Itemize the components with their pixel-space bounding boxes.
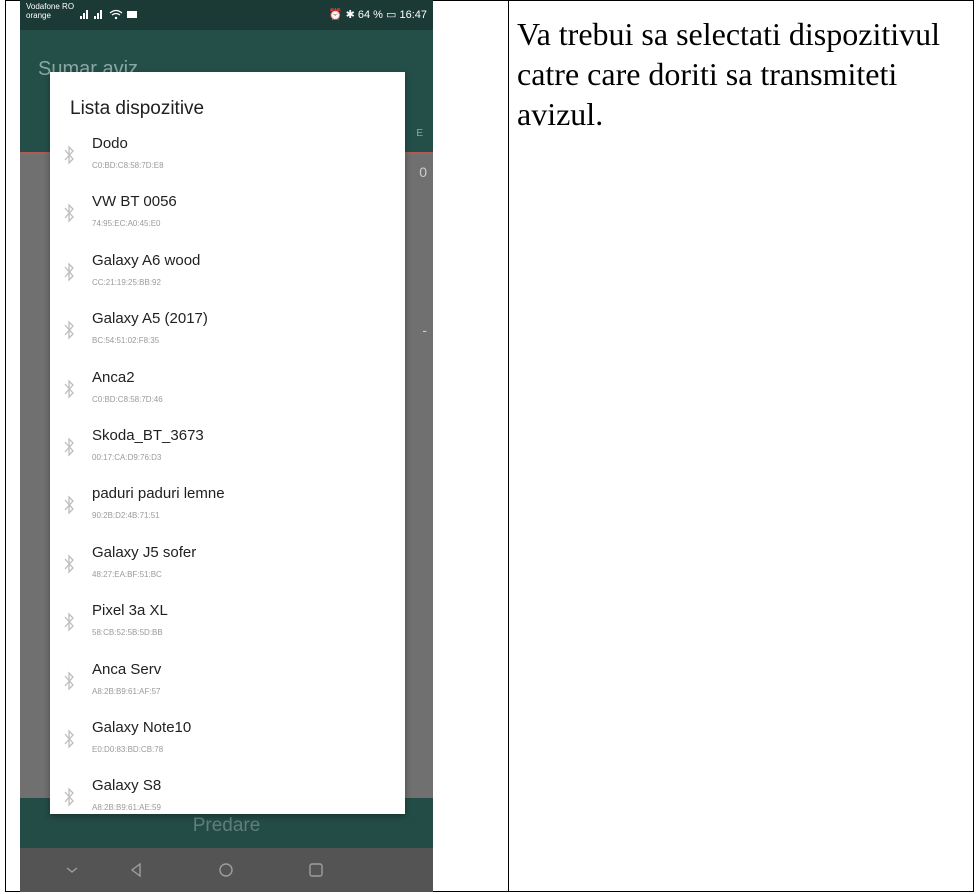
bluetooth-icon	[64, 612, 74, 632]
device-item[interactable]: paduri paduri lemne 90:2B:D2:4B:71:51	[50, 485, 405, 540]
device-name: Dodo	[92, 135, 128, 152]
device-mac: C0:BD:C8:58:7D:46	[92, 394, 163, 404]
phone-screenshot: Vodafone RO orange ⏰ ✱ 64 % ▭ 16:47 Suma…	[20, 0, 433, 892]
battery-icon: ▭	[386, 9, 397, 21]
device-item[interactable]: Galaxy A6 wood CC:21:19:25:BB:92	[50, 252, 405, 307]
dialog-title: Lista dispozitive	[70, 98, 205, 119]
bluetooth-icon	[64, 671, 74, 691]
bluetooth-icon	[64, 379, 74, 399]
device-name: Anca Serv	[92, 660, 162, 678]
device-item[interactable]: Skoda_BT_3673 00:17:CA:D9:76:D3	[50, 427, 405, 482]
device-mac: 74:95:EC:A0:45:E0	[92, 219, 161, 229]
bluetooth-icon	[64, 145, 74, 165]
device-mac: 90:2B:D2:4B:71:51	[92, 511, 160, 521]
home-icon[interactable]	[218, 862, 234, 878]
bluetooth-icon	[64, 203, 74, 223]
device-name: Galaxy Note10	[92, 719, 192, 736]
status-right: ⏰ ✱ 64 % ▭ 16:47	[329, 8, 427, 21]
instruction-text: Va trebui sa selectati dispozitivul catr…	[517, 16, 940, 132]
device-item[interactable]: Galaxy S8 A8:2B:B9:61:AE:59	[50, 777, 405, 832]
battery-percent: 64 %	[357, 9, 383, 21]
carrier-line-2: orange	[26, 11, 51, 20]
device-name: paduri paduri lemne	[92, 485, 225, 503]
app-bar-hint: E	[416, 128, 423, 139]
bluetooth-icon	[64, 787, 74, 807]
device-mac: A8:2B:B9:61:AF:57	[92, 686, 161, 696]
device-name: VW BT 0056	[92, 193, 177, 211]
chevron-down-icon[interactable]	[64, 862, 80, 878]
table-column-divider	[508, 0, 509, 892]
status-bar: Vodafone RO orange ⏰ ✱ 64 % ▭ 16:47	[20, 0, 433, 30]
bluetooth-status-icon: ✱	[345, 9, 355, 21]
signal-wifi-icons	[80, 8, 140, 23]
recents-icon[interactable]	[308, 862, 324, 878]
device-mac: E0:D0:83:BD:CB:78	[92, 745, 164, 754]
device-name: Galaxy S8	[92, 777, 162, 795]
device-mac: 00:17:CA:D9:76:D3	[92, 453, 162, 462]
device-mac: A8:2B:B9:61:AE:59	[92, 803, 161, 813]
dimmed-dash: -	[422, 322, 427, 338]
device-item[interactable]: Galaxy J5 sofer 48:27:EA:BF:51:BC	[50, 544, 405, 599]
device-item[interactable]: Pixel 3a XL 58:CB:52:5B:5D:BB	[50, 602, 405, 657]
device-item[interactable]: Anca Serv A8:2B:B9:61:AF:57	[50, 661, 405, 716]
device-name: Skoda_BT_3673	[92, 427, 204, 444]
carrier-name: Vodafone RO orange	[26, 2, 74, 20]
device-mac: C0:BD:C8:58:7D:E8	[92, 161, 164, 170]
bluetooth-icon	[64, 554, 74, 574]
bluetooth-icon	[64, 320, 74, 340]
device-list-dialog: Lista dispozitive Dodo C0:BD:C8:58:7D:E8 V…	[50, 72, 405, 814]
back-icon[interactable]	[128, 862, 144, 878]
device-name: Galaxy J5 sofer	[92, 543, 197, 561]
device-item[interactable]: Galaxy A5 (2017) BC:54:51:02:F8:35	[50, 310, 405, 365]
bluetooth-icon	[64, 262, 74, 282]
device-item[interactable]: VW BT 0056 74:95:EC:A0:45:E0	[50, 193, 405, 248]
device-mac: BC:54:51:02:F8:35	[92, 336, 160, 346]
device-mac: 48:27:EA:BF:51:BC	[92, 569, 162, 579]
device-item[interactable]: Dodo C0:BD:C8:58:7D:E8	[50, 135, 405, 190]
clock: 16:47	[399, 9, 427, 21]
carrier-line-1: Vodafone RO	[26, 2, 75, 11]
dimmed-value: 0	[419, 164, 427, 180]
device-name: Pixel 3a XL	[92, 602, 168, 620]
device-name: Anca2	[92, 368, 135, 386]
system-nav-bar	[20, 848, 433, 892]
alarm-icon: ⏰	[328, 9, 343, 21]
bluetooth-icon	[64, 437, 74, 457]
device-name: Galaxy A5 (2017)	[92, 310, 208, 328]
device-name: Galaxy A6 wood	[92, 251, 201, 269]
device-item[interactable]: Galaxy Note10 E0:D0:83:BD:CB:78	[50, 719, 405, 774]
device-mac: 58:CB:52:5B:5D:BB	[92, 628, 163, 638]
bluetooth-icon	[64, 495, 74, 515]
device-item[interactable]: Anca2 C0:BD:C8:58:7D:46	[50, 369, 405, 424]
bluetooth-icon	[64, 729, 74, 749]
signal-icon	[80, 9, 137, 20]
device-mac: CC:21:19:25:BB:92	[92, 277, 161, 287]
